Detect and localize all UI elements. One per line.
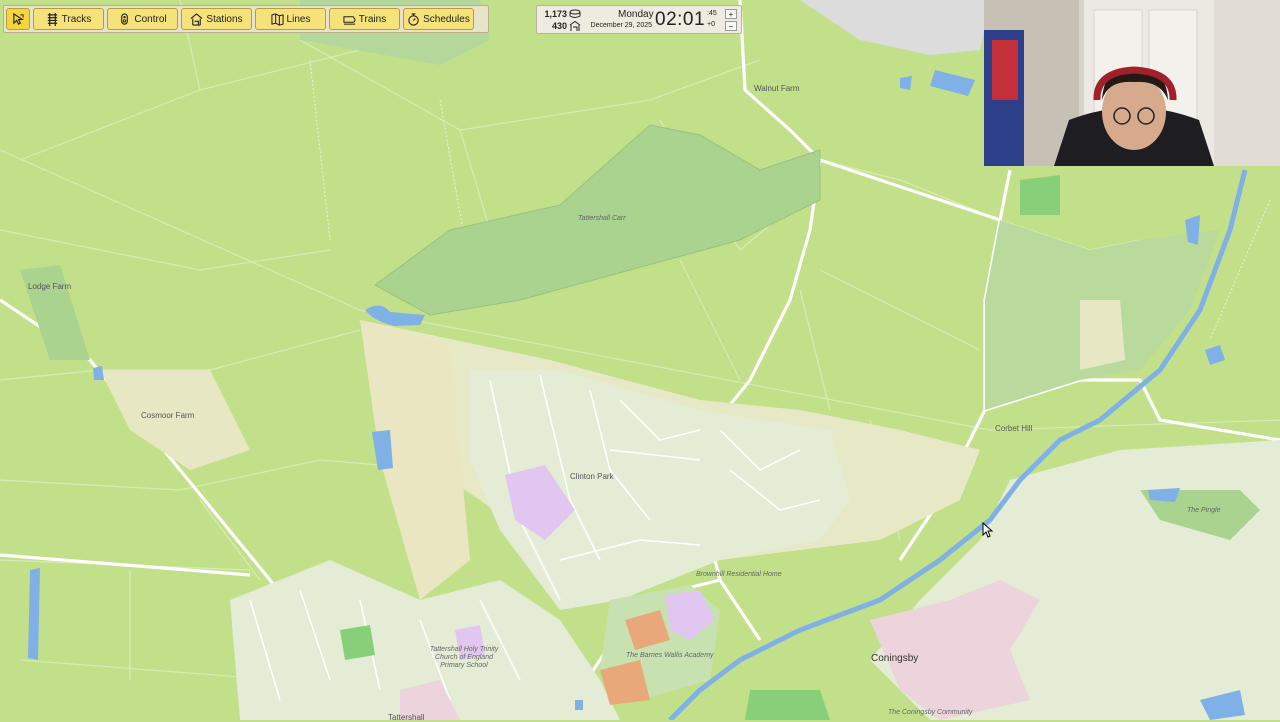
label-tattershall: Tattershall xyxy=(388,713,425,722)
lines-label: Lines xyxy=(286,13,311,25)
trains-button[interactable]: Trains xyxy=(329,8,400,30)
label-cosmoor-farm: Cosmoor Farm xyxy=(141,411,195,420)
label-the-pingle: The Pingle xyxy=(1187,507,1221,514)
game-clock: 02:01 xyxy=(655,9,706,30)
money-value: 1,173 xyxy=(544,9,567,19)
speed-up-button[interactable]: + xyxy=(725,9,737,19)
trains-label: Trains xyxy=(358,13,387,25)
select-tool-button[interactable] xyxy=(6,8,30,30)
label-corbet-hill: Corbet Hill xyxy=(995,424,1033,433)
control-label: Control xyxy=(134,13,167,25)
label-tattershall-carr: Tattershall Carr xyxy=(578,215,626,222)
label-holy-trinity-school: Tattershall Holy Trinity Church of Engla… xyxy=(429,646,499,669)
clock-seconds: :45 xyxy=(707,10,717,17)
day-of-week: Monday xyxy=(618,9,654,20)
stations-button[interactable]: Stations xyxy=(181,8,252,30)
current-date: December 29, 2025 xyxy=(590,22,652,29)
webcam-overlay xyxy=(984,0,1280,166)
streamer-webcam-image xyxy=(984,0,1280,166)
lines-icon xyxy=(270,12,284,26)
time-offset: +0 xyxy=(707,21,715,28)
schedules-label: Schedules xyxy=(423,13,470,25)
label-lodge-farm: Lodge Farm xyxy=(28,282,72,291)
status-panel: 1,173 430 Monday December 29, 2025 02:01… xyxy=(536,5,742,34)
passengers-value: 430 xyxy=(551,21,567,31)
main-toolbar: Tracks Control Stations Lines Trains Sch… xyxy=(3,5,489,33)
label-walnut-farm: Walnut Farm xyxy=(754,84,800,93)
label-brownhill-home: Brownhill Residential Home xyxy=(696,571,782,578)
label-barnes-wallis-academy: The Barnes Wallis Academy xyxy=(626,652,714,659)
label-coningsby: Coningsby xyxy=(871,653,919,664)
lines-button[interactable]: Lines xyxy=(255,8,326,30)
mouse-cursor-icon xyxy=(982,522,994,538)
schedules-button[interactable]: Schedules xyxy=(403,8,474,30)
train-icon xyxy=(343,15,356,25)
stopwatch-icon xyxy=(408,12,419,26)
pointer-select-icon xyxy=(12,12,24,25)
tracks-button[interactable]: Tracks xyxy=(33,8,104,30)
label-clinton-park: Clinton Park xyxy=(570,472,614,481)
stations-label: Stations xyxy=(206,13,243,25)
tracks-label: Tracks xyxy=(61,13,92,25)
speed-down-button[interactable]: − xyxy=(725,21,737,31)
station-icon xyxy=(190,12,203,26)
track-icon xyxy=(47,12,57,26)
label-coningsby-community: The Coningsby Community xyxy=(888,709,973,716)
signal-icon xyxy=(121,12,129,25)
station-small-icon xyxy=(569,21,581,31)
control-button[interactable]: Control xyxy=(107,8,178,30)
coins-icon xyxy=(569,9,581,18)
